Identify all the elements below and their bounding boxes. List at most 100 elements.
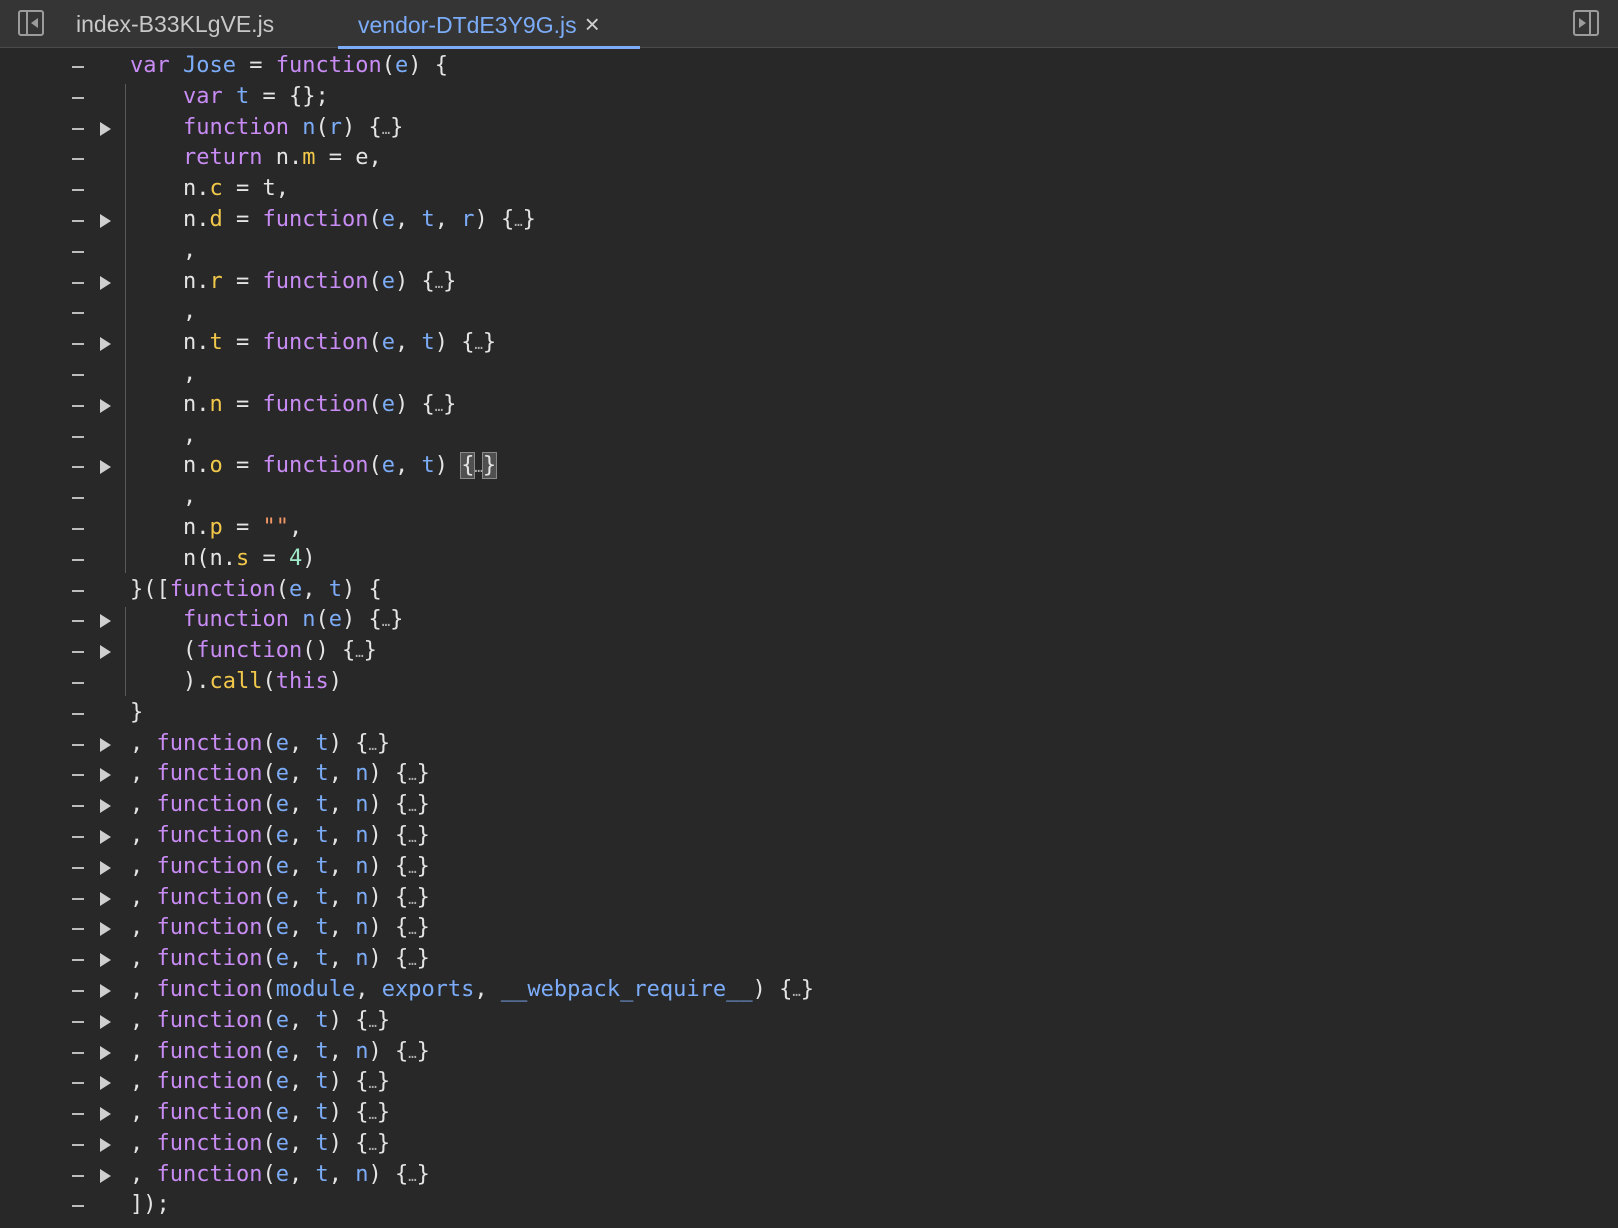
line-marker bbox=[72, 343, 84, 346]
fold-arrow-icon[interactable] bbox=[100, 829, 111, 844]
code-line[interactable]: ]); bbox=[0, 1190, 1618, 1221]
line-marker bbox=[72, 466, 84, 469]
code-line[interactable]: var Jose = function(e) { bbox=[0, 51, 1618, 82]
code-line[interactable]: , bbox=[0, 297, 1618, 328]
code-line[interactable]: n.o = function(e, t) {…} bbox=[0, 451, 1618, 482]
fold-arrow-icon[interactable] bbox=[100, 645, 111, 660]
fold-arrow-icon[interactable] bbox=[100, 213, 111, 228]
fold-arrow-icon[interactable] bbox=[100, 1076, 111, 1091]
code-token: , bbox=[328, 946, 356, 972]
code-line[interactable]: n.d = function(e, t, r) {…} bbox=[0, 205, 1618, 236]
code-line[interactable]: n.t = function(e, t) {…} bbox=[0, 328, 1618, 359]
tab-index-file[interactable]: index-B33KLgVE.js bbox=[76, 0, 274, 48]
fold-arrow-icon[interactable] bbox=[100, 275, 111, 290]
code-token: e bbox=[275, 1130, 289, 1156]
code-line[interactable]: var t = {}; bbox=[0, 82, 1618, 113]
fold-arrow-icon[interactable] bbox=[100, 1137, 111, 1152]
fold-arrow-icon[interactable] bbox=[100, 922, 111, 937]
code-token: function bbox=[169, 576, 276, 602]
code-line[interactable]: , function(e, t) {…} bbox=[0, 729, 1618, 760]
code-line[interactable]: , function(e, t, n) {…} bbox=[0, 913, 1618, 944]
fold-arrow-icon[interactable] bbox=[100, 398, 111, 413]
fold-arrow-icon[interactable] bbox=[100, 460, 111, 475]
code-line[interactable]: function n(e) {…} bbox=[0, 605, 1618, 636]
fold-arrow-icon[interactable] bbox=[100, 1045, 111, 1060]
code-token: }([ bbox=[130, 576, 170, 602]
code-text: } bbox=[130, 698, 143, 729]
code-token: e bbox=[394, 53, 409, 78]
code-token: } bbox=[416, 853, 430, 879]
code-token: } bbox=[376, 1100, 391, 1126]
code-text: , function(e, t) {…} bbox=[130, 1067, 390, 1100]
fold-arrow-icon[interactable] bbox=[100, 1107, 111, 1122]
sidebar-toggle-right-icon[interactable] bbox=[1573, 10, 1599, 36]
code-line[interactable]: , bbox=[0, 421, 1618, 452]
code-token: function bbox=[156, 853, 263, 879]
code-line[interactable]: , function(module, exports, __webpack_re… bbox=[0, 975, 1618, 1006]
code-line[interactable]: , bbox=[0, 236, 1618, 267]
code-line[interactable]: , bbox=[0, 482, 1618, 513]
code-text: function n(e) {…} bbox=[183, 605, 403, 638]
code-line[interactable]: , function(e, t) {…} bbox=[0, 1006, 1618, 1037]
code-line[interactable]: , function(e, t) {…} bbox=[0, 1129, 1618, 1160]
code-token: ( bbox=[262, 1038, 276, 1064]
fold-arrow-icon[interactable] bbox=[100, 953, 111, 968]
code-line[interactable]: (function() {…} bbox=[0, 636, 1618, 667]
fold-arrow-icon[interactable] bbox=[100, 737, 111, 752]
code-line[interactable]: , function(e, t, n) {…} bbox=[0, 759, 1618, 790]
code-token: ( bbox=[262, 792, 276, 818]
code-token: = {}; bbox=[249, 83, 329, 109]
code-line[interactable]: , function(e, t, n) {…} bbox=[0, 852, 1618, 883]
code-token: ( bbox=[262, 1069, 276, 1095]
code-token: , bbox=[394, 453, 422, 479]
fold-arrow-icon[interactable] bbox=[100, 860, 111, 875]
code-token: , bbox=[130, 884, 157, 910]
code-token: , bbox=[355, 976, 382, 1002]
code-line[interactable]: , function(e, t, n) {…} bbox=[0, 1160, 1618, 1191]
code-line[interactable]: ).call(this) bbox=[0, 667, 1618, 698]
fold-arrow-icon[interactable] bbox=[100, 1014, 111, 1029]
code-line[interactable]: return n.m = e, bbox=[0, 143, 1618, 174]
code-line[interactable]: , function(e, t, n) {…} bbox=[0, 944, 1618, 975]
sidebar-toggle-left-icon[interactable] bbox=[18, 10, 44, 36]
code-token: … bbox=[434, 398, 444, 415]
code-line[interactable]: } bbox=[0, 698, 1618, 729]
code-line[interactable]: n.p = "", bbox=[0, 513, 1618, 544]
code-editor[interactable]: var Jose = function(e) {var t = {}; funct… bbox=[0, 51, 1618, 1228]
code-line[interactable]: , function(e, t, n) {…} bbox=[0, 790, 1618, 821]
code-token: , bbox=[130, 976, 157, 1002]
fold-arrow-icon[interactable] bbox=[100, 121, 111, 136]
fold-arrow-icon[interactable] bbox=[100, 799, 111, 814]
close-icon[interactable]: × bbox=[585, 0, 600, 48]
code-token: = bbox=[222, 330, 263, 356]
code-token: n bbox=[302, 114, 316, 140]
code-token: n. bbox=[183, 268, 210, 294]
fold-arrow-icon[interactable] bbox=[100, 768, 111, 783]
fold-arrow-icon[interactable] bbox=[100, 983, 111, 998]
code-line[interactable]: , function(e, t) {…} bbox=[0, 1067, 1618, 1098]
code-line[interactable]: n.c = t, bbox=[0, 174, 1618, 205]
code-line[interactable]: n.n = function(e) {…} bbox=[0, 390, 1618, 421]
tab-vendor-file[interactable]: vendor-DTdE3Y9G.js × bbox=[338, 0, 640, 49]
line-marker bbox=[72, 774, 84, 777]
code-line[interactable]: , function(e, t, n) {…} bbox=[0, 821, 1618, 852]
fold-arrow-icon[interactable] bbox=[100, 614, 111, 629]
code-token: n. bbox=[183, 453, 210, 479]
fold-arrow-icon[interactable] bbox=[100, 1168, 111, 1183]
code-token: , bbox=[130, 1161, 157, 1187]
code-token: t bbox=[315, 853, 329, 879]
code-line[interactable]: , function(e, t) {…} bbox=[0, 1098, 1618, 1129]
code-line[interactable]: }([function(e, t) { bbox=[0, 575, 1618, 606]
code-token: , bbox=[328, 915, 356, 941]
line-marker bbox=[72, 835, 84, 838]
fold-arrow-icon[interactable] bbox=[100, 337, 111, 352]
code-token: e bbox=[328, 607, 342, 633]
code-line[interactable]: , bbox=[0, 359, 1618, 390]
code-line[interactable]: n.r = function(e) {…} bbox=[0, 267, 1618, 298]
fold-arrow-icon[interactable] bbox=[100, 891, 111, 906]
code-line[interactable]: function n(r) {…} bbox=[0, 113, 1618, 144]
code-token: , bbox=[434, 206, 462, 232]
code-line[interactable]: n(n.s = 4) bbox=[0, 544, 1618, 575]
code-line[interactable]: , function(e, t, n) {…} bbox=[0, 883, 1618, 914]
code-line[interactable]: , function(e, t, n) {…} bbox=[0, 1037, 1618, 1068]
